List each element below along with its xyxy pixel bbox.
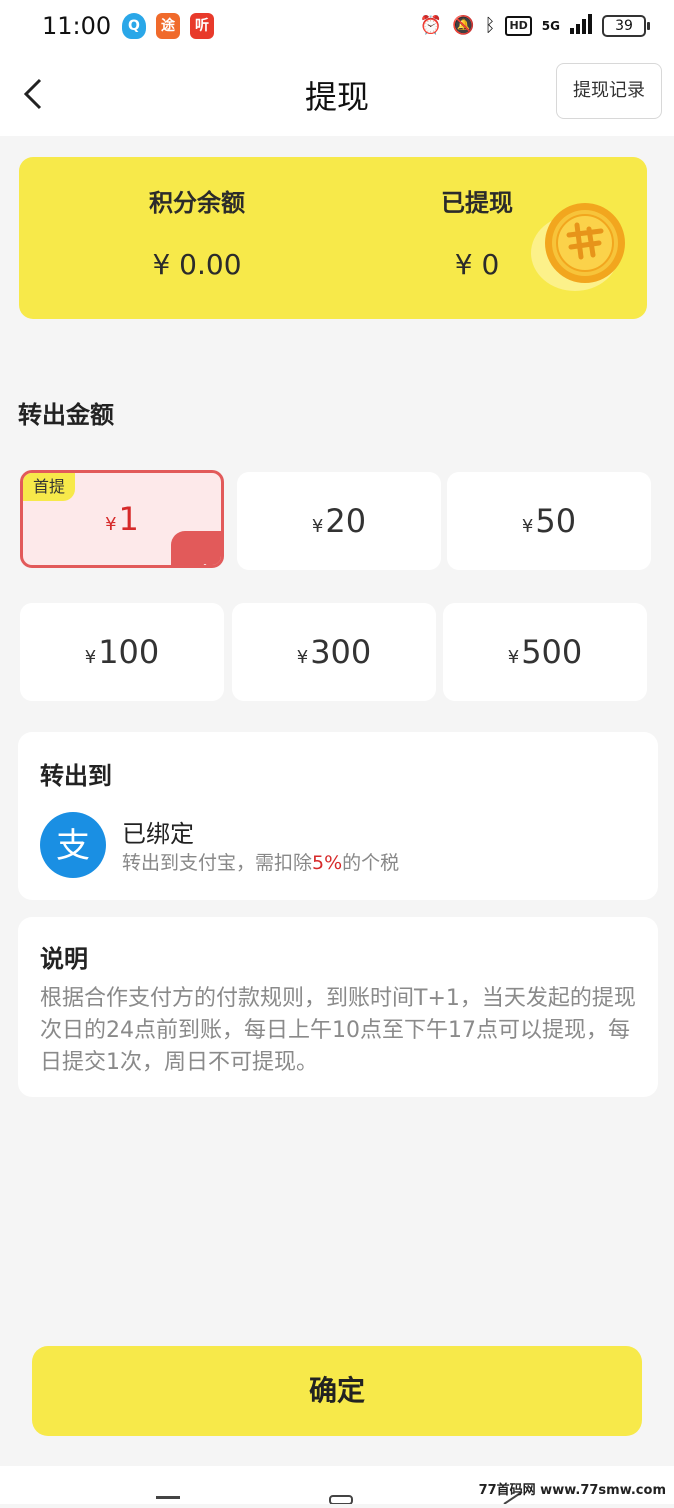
transfer-to-title: 转出到 — [40, 762, 112, 790]
points-balance: 积分余额 ¥ 0.00 — [77, 183, 317, 281]
amount-value: 20 — [325, 502, 367, 540]
balance-card: 积分余额 ¥ 0.00 已提现 ¥ 0 — [19, 157, 647, 319]
bluetooth-icon: ᛒ — [484, 15, 496, 36]
check-icon — [203, 564, 207, 565]
currency-symbol: ¥ — [84, 647, 97, 668]
battery-icon: 39 — [602, 15, 650, 37]
amount-value: 500 — [521, 633, 583, 671]
amount-value: 300 — [310, 633, 372, 671]
amount-option-100[interactable]: ¥100 — [20, 603, 224, 701]
amount-value: 100 — [98, 633, 160, 671]
alarm-icon: ⏰ — [419, 15, 443, 36]
withdraw-record-button[interactable]: 提现记录 — [556, 63, 662, 119]
home-icon — [329, 1495, 353, 1505]
amount-option-1[interactable]: 首提 ¥1 — [20, 470, 224, 568]
currency-symbol: ¥ — [105, 514, 117, 535]
transfer-to-card: 转出到 支 已绑定 转出到支付宝，需扣除5%的个税 — [18, 732, 658, 900]
system-nav-bar: 77首码网 www.77smw.com — [0, 1466, 674, 1505]
description-title: 说明 — [40, 945, 88, 973]
points-label: 积分余额 — [149, 189, 245, 217]
currency-symbol: ¥ — [521, 516, 534, 537]
qq-app-icon: Q — [122, 13, 146, 39]
amount-option-50[interactable]: ¥50 — [447, 472, 651, 570]
first-withdraw-tag: 首提 — [23, 473, 76, 501]
amount-value: 50 — [535, 502, 577, 540]
menu-icon — [156, 1496, 180, 1499]
currency-symbol: ¥ — [311, 516, 324, 537]
amount-option-300[interactable]: ¥300 — [232, 603, 436, 701]
amount-value: 1 — [118, 500, 139, 538]
network-label: 5G — [541, 19, 560, 33]
points-value: ¥ 0.00 — [152, 248, 242, 281]
coin-icon — [531, 203, 625, 291]
listen-app-icon: 听 — [190, 13, 214, 39]
alipay-glyph: 支 — [56, 826, 90, 866]
description-card: 说明 根据合作支付方的付款规则，到账时间T+1，当天发起的提现次日的24点前到账… — [18, 917, 658, 1097]
bound-status: 已绑定 — [122, 820, 194, 848]
currency-symbol: ¥ — [507, 647, 520, 668]
nav-bar: 提现 提现记录 — [0, 54, 674, 136]
confirm-button[interactable]: 确定 — [32, 1346, 642, 1436]
selected-check-badge — [171, 531, 221, 565]
amount-option-20[interactable]: ¥20 — [237, 472, 441, 570]
tax-note: 转出到支付宝，需扣除5%的个税 — [122, 852, 400, 874]
mute-icon: 🔕 — [452, 15, 475, 36]
tax-percent: 5% — [312, 852, 343, 874]
status-time: 11:00 — [42, 12, 112, 40]
signal-icon — [570, 14, 592, 38]
watermark: 77首码网 www.77smw.com — [478, 1483, 666, 1498]
travel-app-icon: 途 — [156, 13, 180, 39]
amount-section-title: 转出金额 — [18, 401, 114, 429]
amount-option-500[interactable]: ¥500 — [443, 603, 647, 701]
alipay-icon: 支 — [40, 812, 106, 878]
status-bar: 11:00 Q 途 听 ⏰ 🔕 ᛒ HD 5G 39 — [0, 0, 674, 54]
currency-symbol: ¥ — [296, 647, 309, 668]
description-text: 根据合作支付方的付款规则，到账时间T+1，当天发起的提现次日的24点前到账，每日… — [40, 986, 636, 1075]
hd-icon: HD — [505, 16, 532, 36]
